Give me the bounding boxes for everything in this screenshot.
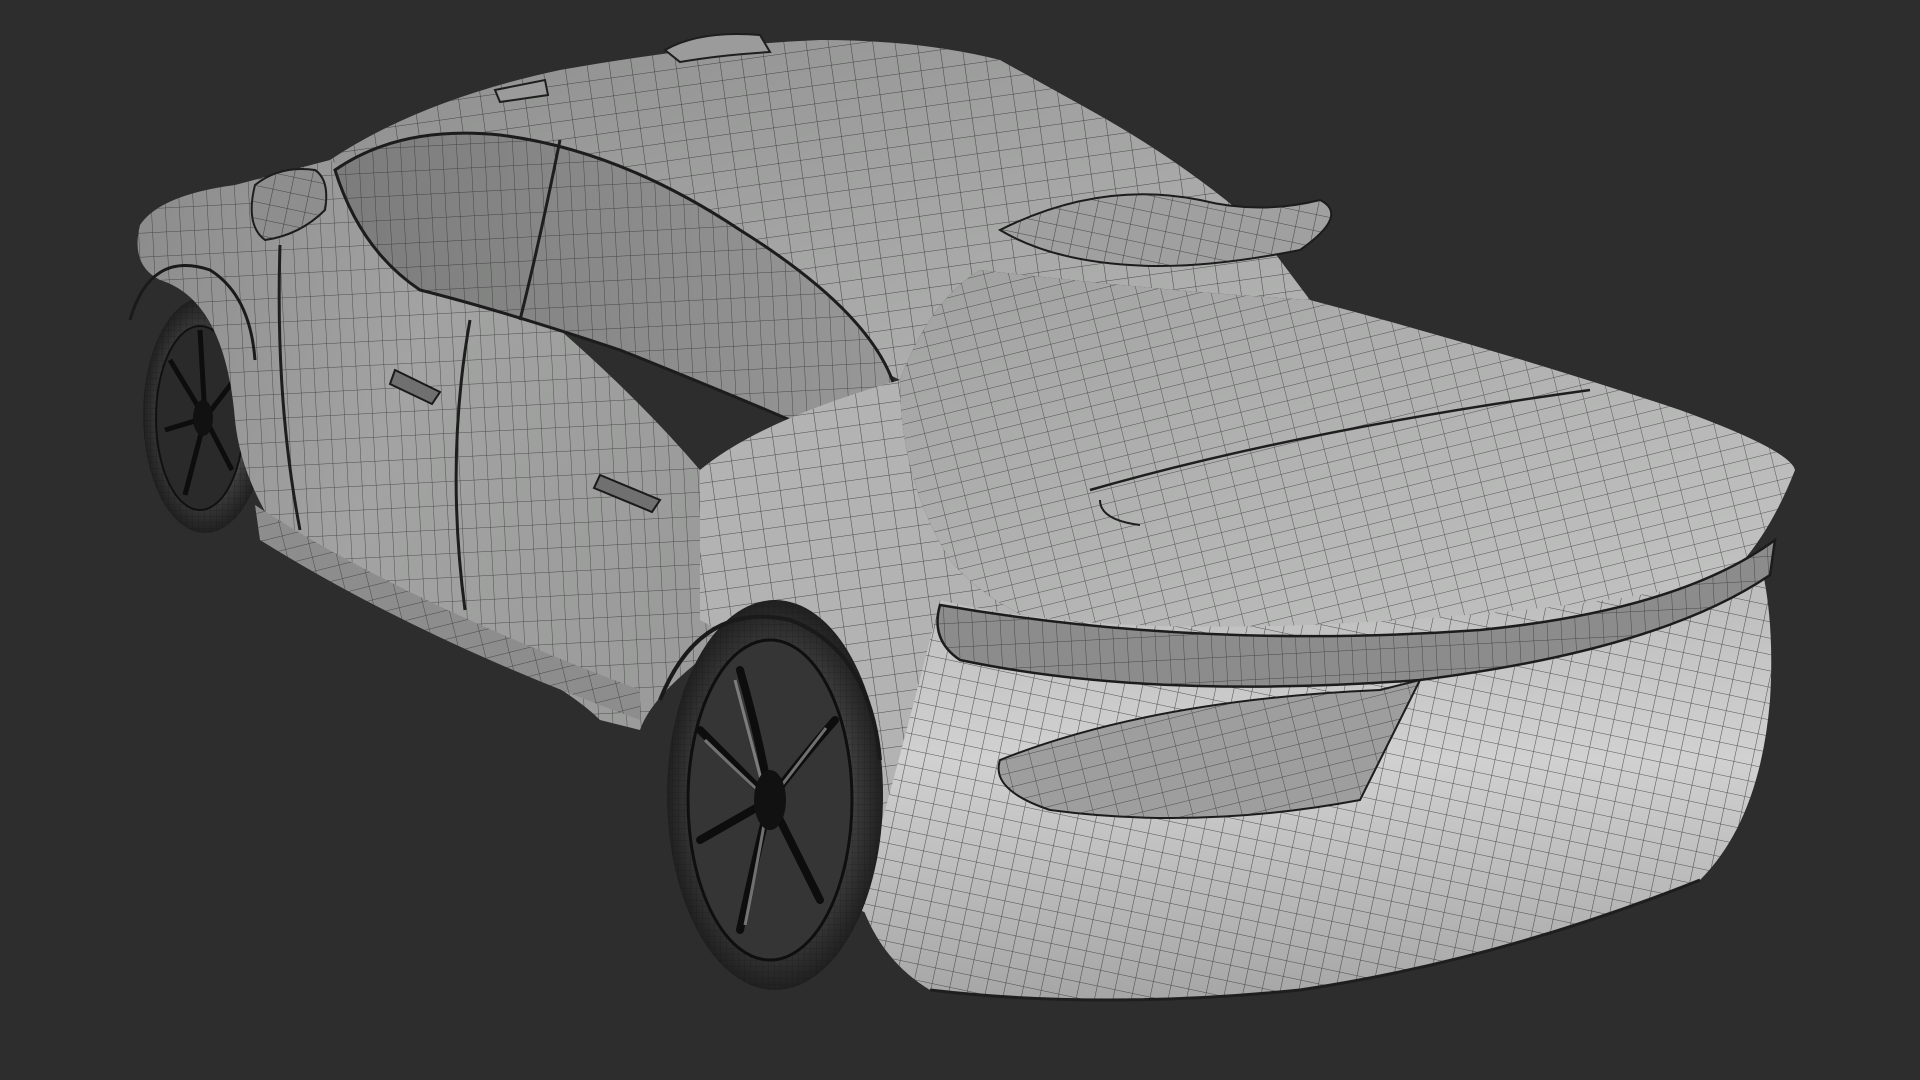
car-render xyxy=(128,33,1795,1002)
car-rear-deck xyxy=(900,270,1795,640)
3d-viewport[interactable] xyxy=(0,0,1920,1080)
